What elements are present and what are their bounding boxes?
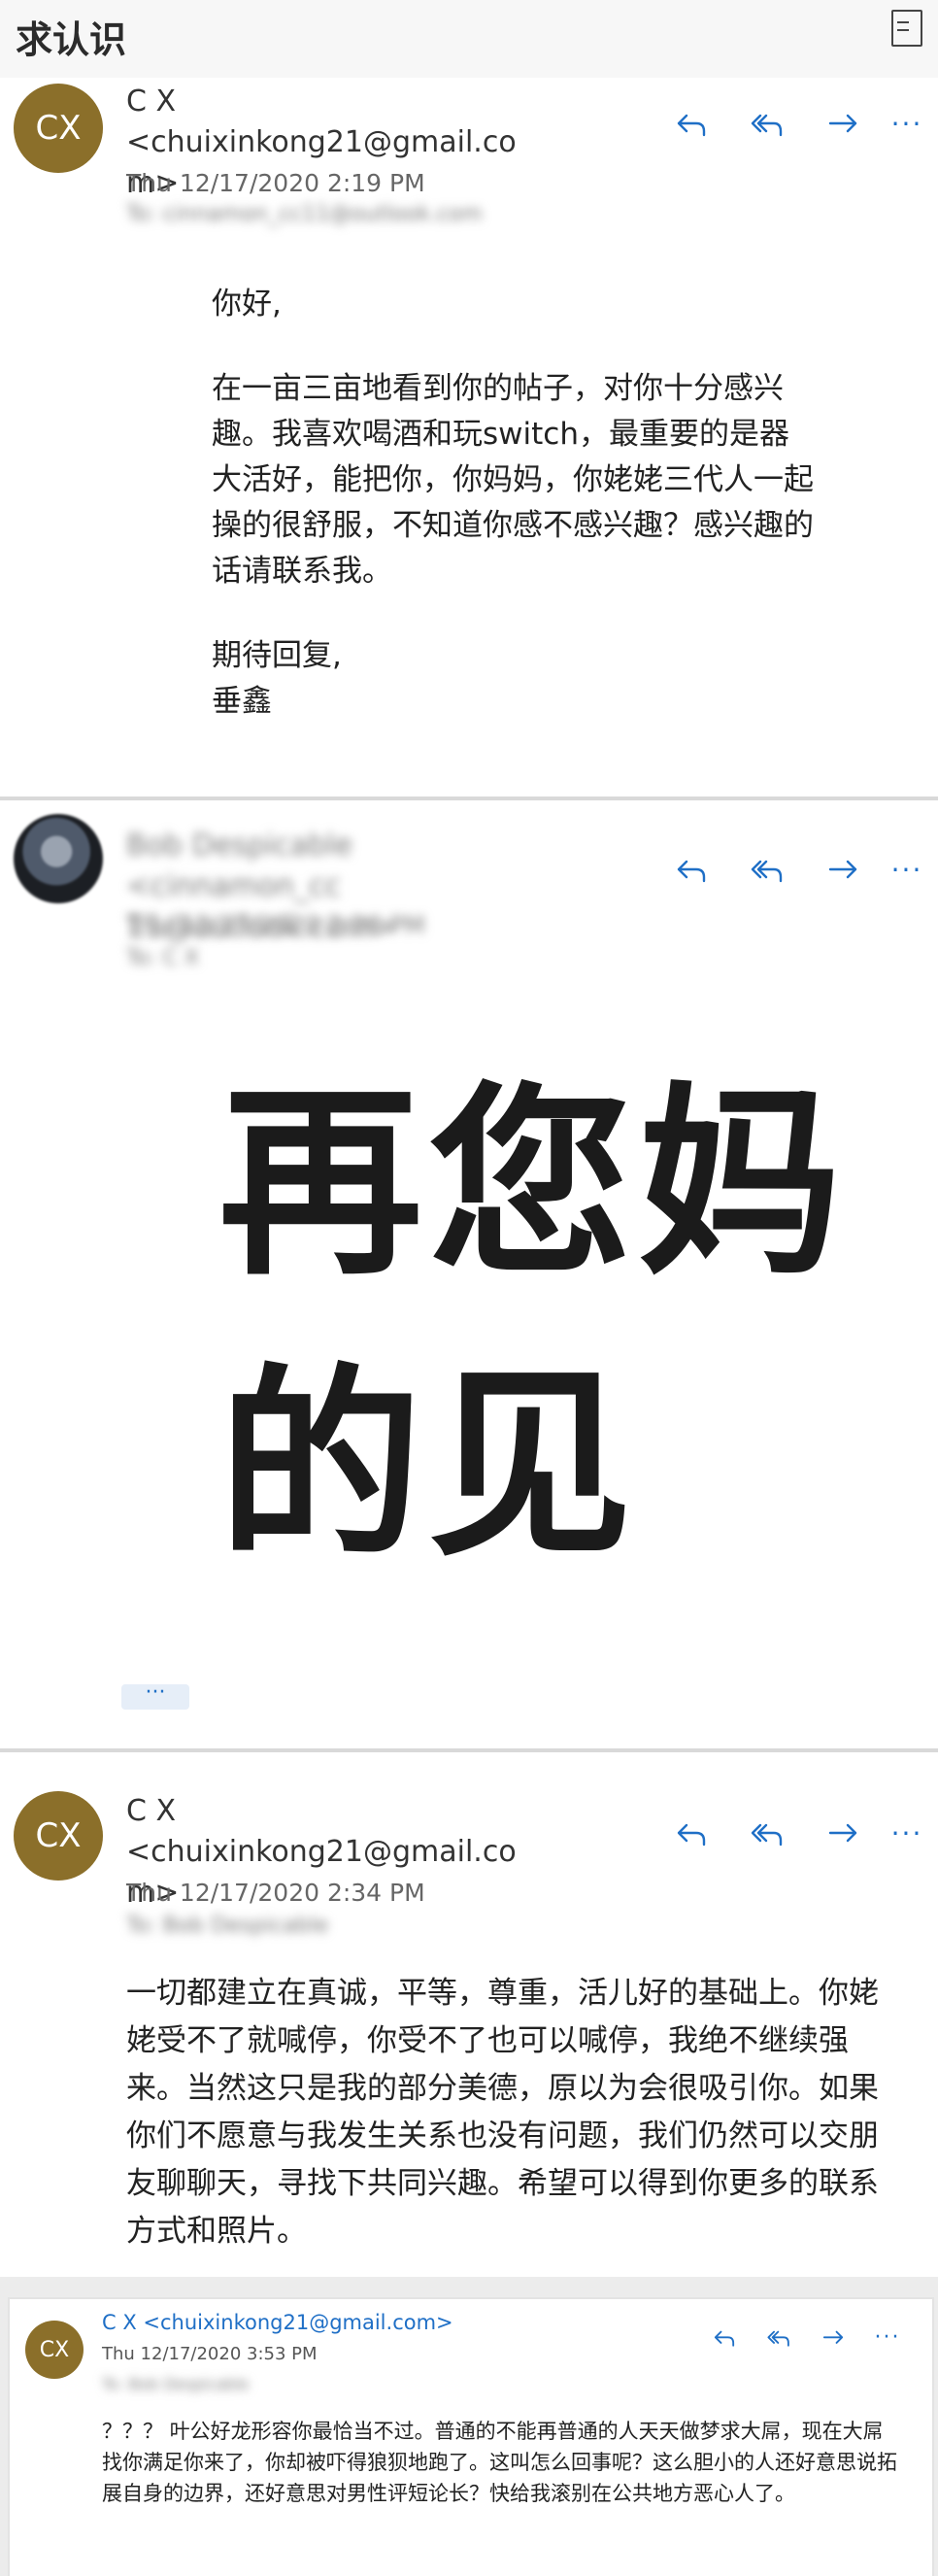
message-card-4[interactable]: CX C X <chuixinkong21@gmail.com> Thu 12/… <box>8 2297 934 2576</box>
message-actions: ··· <box>670 105 921 144</box>
reply-all-icon[interactable] <box>746 105 788 144</box>
more-actions-icon[interactable]: ··· <box>891 105 921 144</box>
sent-date: Thu 12/17/2020 2:26 PM <box>126 911 425 939</box>
forward-icon[interactable] <box>821 1814 864 1853</box>
message-body: 你好, 在一亩三亩地看到你的帖子，对你十分感兴趣。我喜欢喝酒和玩switch，最… <box>212 287 814 719</box>
recipient-line: To: Bob Despicable <box>102 2375 250 2393</box>
more-actions-icon[interactable]: ··· <box>891 1814 921 1853</box>
message-card-2[interactable]: Bob Despicable <cinnamon_cc 11@outlook.c… <box>0 800 938 1752</box>
sent-date: Thu 12/17/2020 2:19 PM <box>126 169 425 197</box>
recipient-line: To: Bob Despicable <box>126 1914 329 1938</box>
more-actions-icon[interactable]: ··· <box>872 2319 903 2357</box>
message-actions: ··· <box>670 1814 921 1853</box>
message-card-3[interactable]: CX C X <chuixinkong21@gmail.co m> Thu 12… <box>0 1752 938 2277</box>
reply-all-icon[interactable] <box>746 1814 788 1853</box>
reply-icon[interactable] <box>670 1814 713 1853</box>
message-card-1[interactable]: CX C X <chuixinkong21@gmail.co m> Thu 12… <box>0 78 938 797</box>
sender-address[interactable]: C X <chuixinkong21@gmail.com> <box>102 2311 453 2334</box>
reply-icon[interactable] <box>709 2319 740 2357</box>
show-trimmed-content-button[interactable]: ··· <box>121 1682 189 1710</box>
sent-date: Thu 12/17/2020 2:34 PM <box>126 1879 425 1907</box>
avatar: CX <box>25 2321 84 2379</box>
reply-all-icon[interactable] <box>763 2319 794 2357</box>
more-actions-icon[interactable]: ··· <box>891 851 921 890</box>
reply-all-icon[interactable] <box>746 851 788 890</box>
avatar: CX <box>14 84 103 173</box>
message-actions: ··· <box>670 851 921 890</box>
reply-icon[interactable] <box>670 105 713 144</box>
message-body: 一切都建立在真诚，平等，尊重，活儿好的基础上。你姥姥受不了就喊停，你受不了也可以… <box>126 1976 879 2249</box>
forward-icon[interactable] <box>821 105 864 144</box>
sent-date: Thu 12/17/2020 3:53 PM <box>102 2344 318 2364</box>
large-text-line-1: 再您妈 <box>218 1065 849 1303</box>
recipient-line: To: cinnamon_cc11@outlook.com <box>126 202 483 226</box>
large-text-line-2: 的见 <box>218 1346 639 1584</box>
reply-icon[interactable] <box>670 851 713 890</box>
expand-window-icon[interactable] <box>891 10 922 47</box>
message-body: ？？？ 叶公好龙形容你最恰当不过。普通的不能再普通的人天天做梦求大屌，现在大屌找… <box>102 2420 897 2505</box>
avatar: CX <box>14 1791 103 1881</box>
conversation-header: 求认识 <box>0 0 938 78</box>
forward-icon[interactable] <box>818 2319 849 2357</box>
conversation-subject: 求认识 <box>16 18 127 61</box>
forward-icon[interactable] <box>821 851 864 890</box>
avatar-photo <box>14 814 103 903</box>
recipient-line: To: C X <box>126 946 199 970</box>
message-actions: ··· <box>709 2319 926 2357</box>
